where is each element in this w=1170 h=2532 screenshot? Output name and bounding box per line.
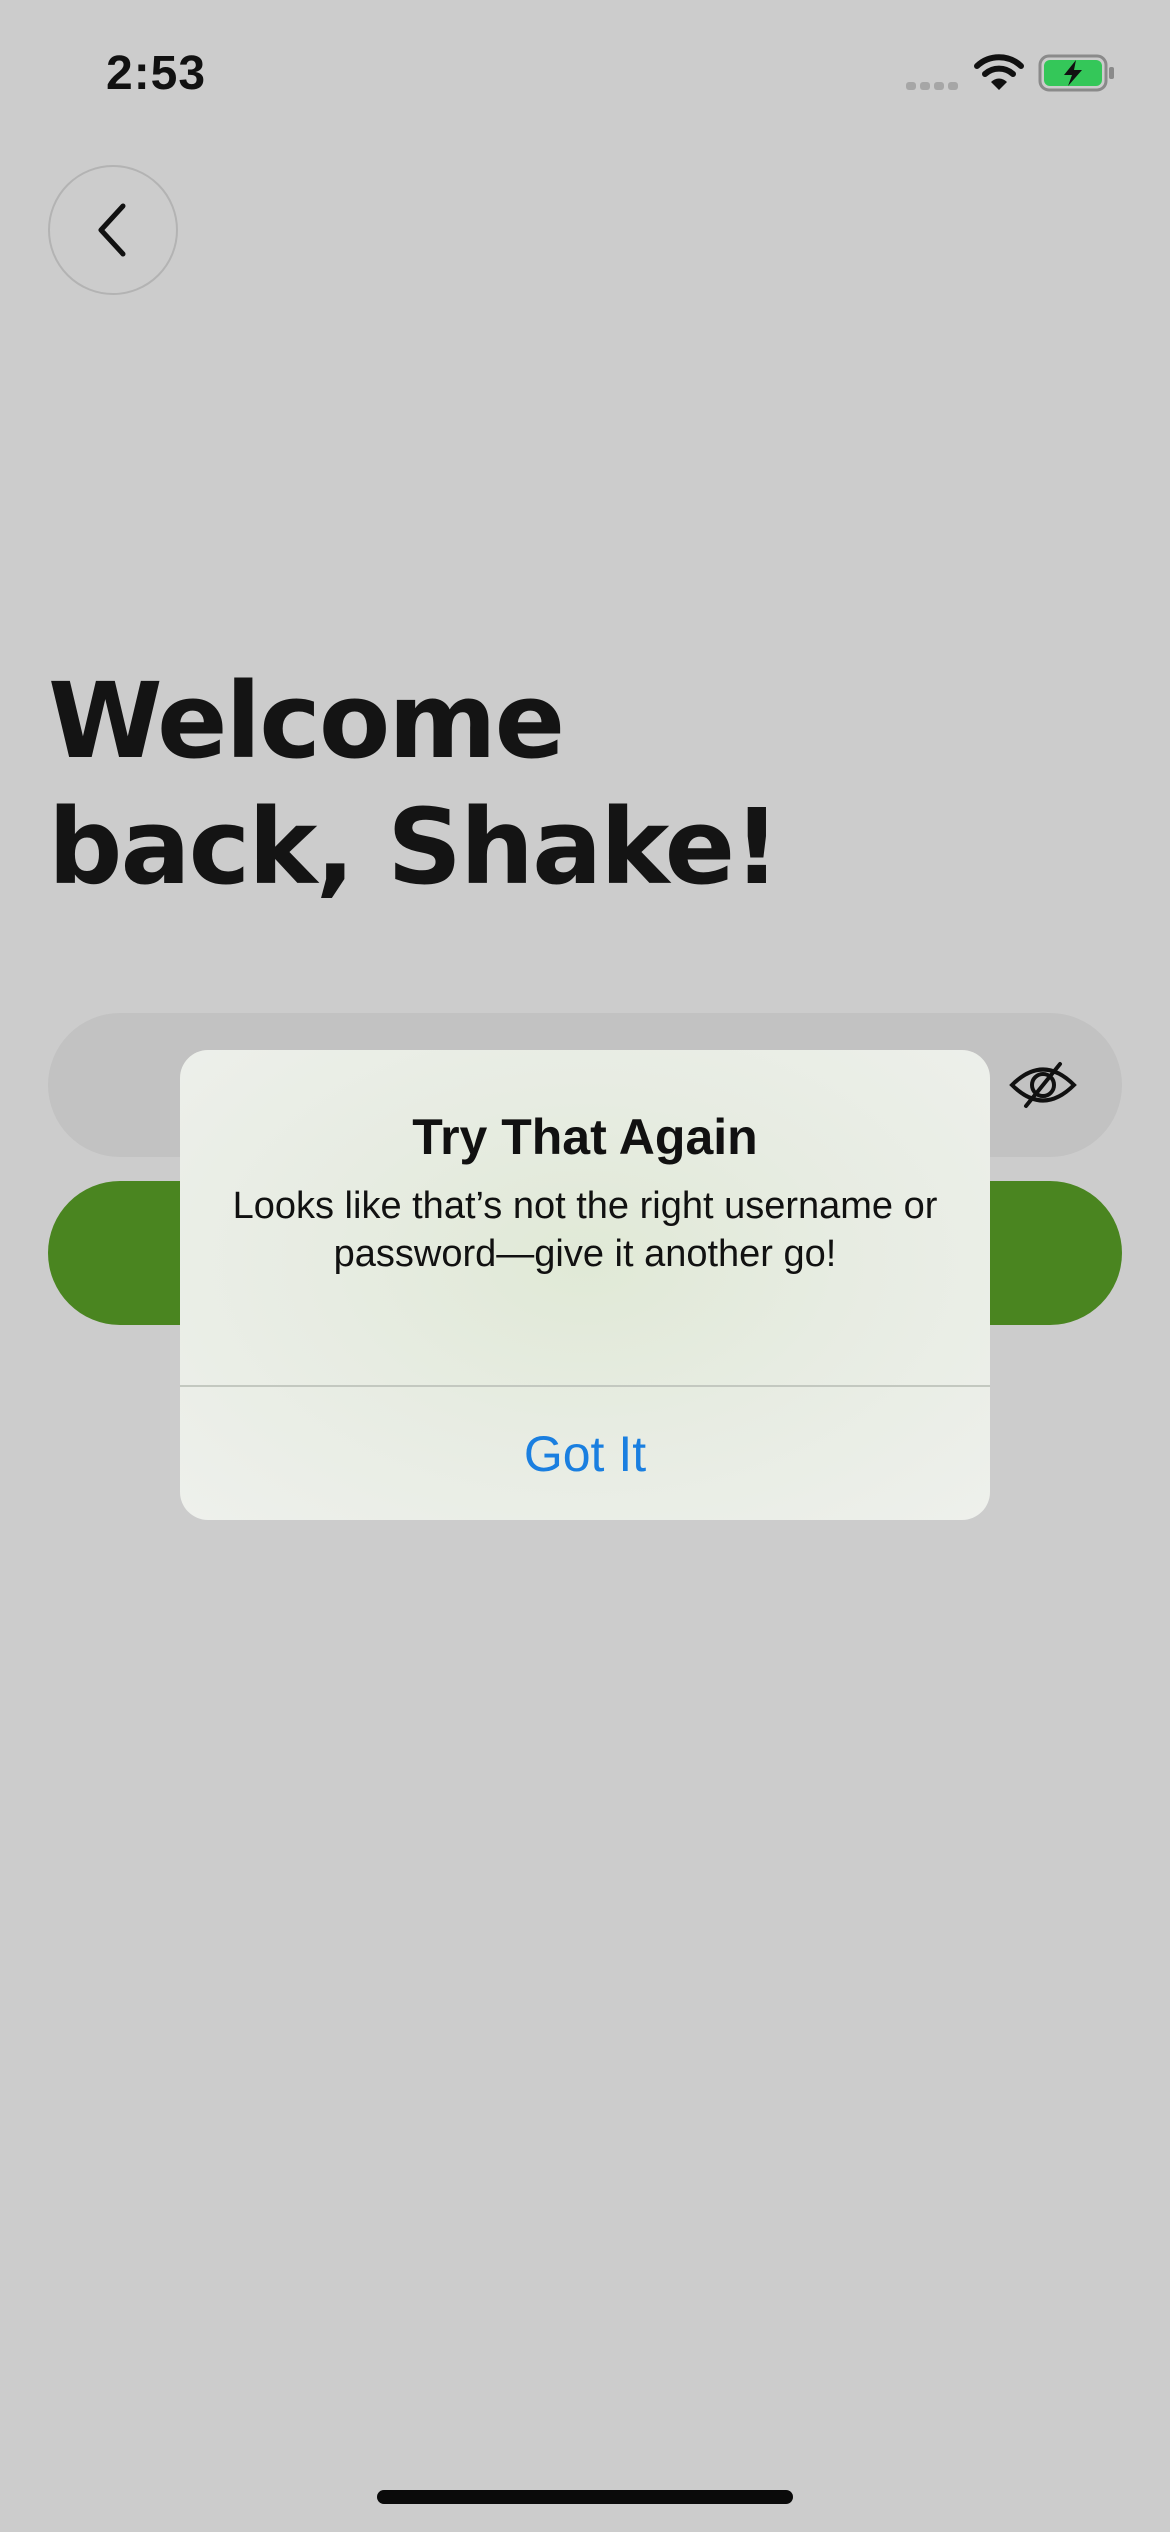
- alert-dialog: Try That Again Looks like that’s not the…: [180, 1050, 990, 1520]
- got-it-button[interactable]: Got It: [180, 1387, 990, 1520]
- alert-message: Looks like that’s not the right username…: [232, 1185, 938, 1275]
- home-indicator[interactable]: [377, 2490, 793, 2504]
- alert-title: Try That Again: [412, 1109, 758, 1165]
